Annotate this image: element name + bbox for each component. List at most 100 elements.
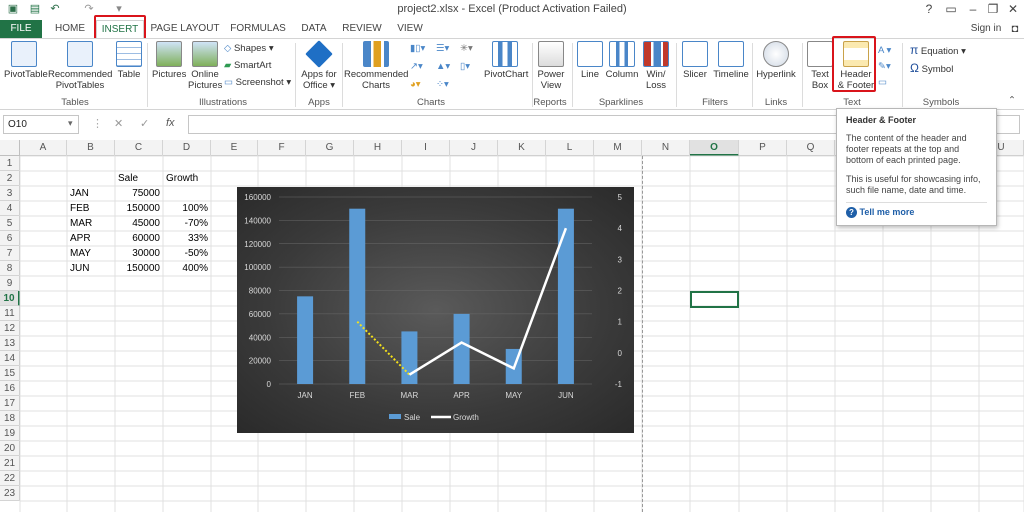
cell-month[interactable]: JUN [70,261,112,276]
pivotchart-button[interactable]: PivotChart [484,41,528,80]
tab-file[interactable]: FILE [0,20,42,38]
recommended-pivottables-button[interactable]: Recommended PivotTables [48,41,112,91]
column-sparkline-button[interactable]: Column [604,41,640,80]
cell-sale[interactable]: 150000 [118,261,160,276]
pictures-button[interactable]: Pictures [152,41,186,80]
shapes-button[interactable]: ◇ Shapes ▾ [224,43,274,54]
y-tick-label: 140000 [244,216,271,225]
symbol-button[interactable]: Ω Symbol [910,61,953,75]
wordart-icon[interactable]: A ▾ [878,45,891,56]
cell-growth[interactable]: 100% [166,201,208,216]
online-pictures-button[interactable]: Online Pictures [188,41,222,91]
cell-sale[interactable]: 60000 [118,231,160,246]
cell-month[interactable]: MAR [70,216,112,231]
cell-header-growth[interactable]: Growth [166,171,208,186]
close-icon[interactable]: ✕ [1004,2,1022,16]
cell-month[interactable]: MAY [70,246,112,261]
table-button[interactable]: Table [114,41,144,80]
tab-data[interactable]: DATA [296,20,332,38]
hyperlink-button[interactable]: Hyperlink [754,41,798,80]
object-icon[interactable]: ▭ [878,77,887,88]
group-tables: Tables [61,97,89,108]
cell-month[interactable]: APR [70,231,112,246]
timeline-icon [718,41,744,67]
group-symbols: Symbols [922,97,960,108]
y-tick-label: 120000 [244,240,271,249]
timeline-button[interactable]: Timeline [712,41,750,80]
chart-svg: 0 20000 40000 60000 80000 100000 120000 140000 1… [244,193,623,422]
account-icon[interactable]: ◘ [1008,20,1022,38]
legend-sale-swatch [389,414,401,419]
cell-growth[interactable]: 400% [166,261,208,276]
more-icon[interactable]: ⋮ [92,117,103,130]
collapse-ribbon-icon[interactable]: ⌃ [1008,95,1016,106]
cell-growth[interactable]: -50% [166,246,208,261]
tab-review[interactable]: REVIEW [338,20,386,38]
combo-chart[interactable]: 0 20000 40000 60000 80000 100000 120000 140000 1… [237,187,634,433]
combo-chart-icon[interactable]: ▯▾ [460,61,470,72]
area-chart-icon[interactable]: ▲▾ [436,61,450,72]
ribbon-separator [572,43,573,107]
sign-in-link[interactable]: Sign in [966,20,1006,38]
recommended-pivottables-icon [67,41,93,67]
ribbon-separator [752,43,753,107]
help-icon[interactable]: ? [920,2,938,16]
ribbon-options-icon[interactable]: ▭ [942,2,960,16]
tab-view[interactable]: VIEW [392,20,428,38]
name-box-dropdown-icon[interactable]: ▾ [68,118,73,129]
tab-page-layout[interactable]: PAGE LAYOUT [150,20,220,38]
group-links: Links [764,97,788,108]
cell-growth[interactable]: 33% [166,231,208,246]
tab-home[interactable]: HOME [50,20,90,38]
y2-tick-label: 5 [618,193,623,202]
power-view-button[interactable]: Power View [536,41,566,91]
line-sparkline-button[interactable]: Line [576,41,604,80]
minimize-icon[interactable]: – [964,2,982,16]
y2-tick-label: -1 [615,380,623,389]
column-chart-icon[interactable]: ▮▯▾ [410,43,425,54]
tooltip-body-2: This is useful for showcasing info, such… [846,174,981,195]
cell-growth[interactable] [166,186,208,201]
window-title: project2.xlsx - Excel (Product Activatio… [397,3,627,15]
cell-sale[interactable]: 75000 [118,186,160,201]
pie-chart-icon[interactable]: ◕▾ [410,79,421,90]
slicer-button[interactable]: Slicer [680,41,710,80]
tell-me-more-link[interactable]: ? Tell me more [846,202,987,218]
bar-chart-icon[interactable]: ☰▾ [436,43,449,54]
chart-bar-apr [453,313,470,384]
line-sparkline-icon [577,41,603,67]
signature-line-icon[interactable]: ✎▾ [878,61,891,72]
textbox-button[interactable]: Text Box [806,41,834,91]
cancel-icon[interactable]: ✕ [114,117,123,130]
screenshot-button[interactable]: ▭ Screenshot ▾ [224,77,291,88]
insert-function-icon[interactable]: fx [166,117,175,129]
equation-button[interactable]: π Equation ▾ [910,43,966,57]
group-apps: Apps [308,97,330,108]
enter-icon[interactable]: ✓ [140,117,149,130]
radar-chart-icon[interactable]: ✳▾ [460,43,473,54]
group-charts: Charts [417,97,445,108]
cell-month[interactable]: FEB [70,201,112,216]
chart-bar-jun [557,208,574,384]
cell-sale[interactable]: 30000 [118,246,160,261]
cell-header-sale[interactable]: Sale [118,171,160,186]
cell-sale[interactable]: 45000 [118,216,160,231]
active-cell-o10[interactable] [690,291,739,308]
cell-growth[interactable]: -70% [166,216,208,231]
cell-sale[interactable]: 150000 [118,201,160,216]
ribbon-separator [295,43,296,107]
column-sparkline-icon [609,41,635,67]
scatter-chart-icon[interactable]: ⁘▾ [436,79,449,90]
apps-for-office-button[interactable]: Apps for Office ▾ [298,40,340,91]
y-tick-label: 20000 [249,357,272,366]
restore-icon[interactable]: ❐ [984,2,1002,16]
x-tick-label: MAR [401,391,419,400]
smartart-button[interactable]: ▰ SmartArt [224,60,271,71]
line-chart-icon[interactable]: ↗▾ [410,61,423,72]
cell-month[interactable]: JAN [70,186,112,201]
pivottable-button[interactable]: PivotTable [4,41,48,80]
tab-formulas[interactable]: FORMULAS [228,20,288,38]
y2-tick-label: 0 [618,349,623,358]
winloss-sparkline-button[interactable]: Win/ Loss [642,41,670,91]
recommended-charts-button[interactable]: Recommended Charts [344,41,408,91]
